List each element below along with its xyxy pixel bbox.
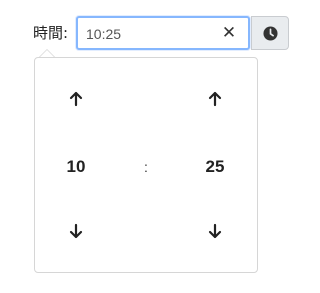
time-field-stage: 時間: ✕ 10 : 25 [0,0,311,293]
arrow-up-icon [208,91,222,107]
time-label: 時間: [33,24,69,42]
minute-increment-button[interactable] [200,84,230,114]
clear-button[interactable]: ✕ [220,23,238,43]
hour-value[interactable]: 10 [56,155,96,179]
clock-button[interactable] [251,16,289,50]
clock-icon [263,26,278,41]
arrow-down-icon [208,223,222,239]
time-input-box[interactable]: ✕ [76,16,250,50]
minute-value[interactable]: 25 [195,155,235,179]
time-picker-popup: 10 : 25 [34,50,258,273]
hour-decrement-button[interactable] [61,216,91,246]
picker-caret-fill [40,50,54,57]
minute-decrement-button[interactable] [200,216,230,246]
time-separator: : [144,159,148,175]
arrow-up-icon [69,91,83,107]
time-input[interactable] [86,24,216,44]
hour-increment-button[interactable] [61,84,91,114]
arrow-down-icon [69,223,83,239]
